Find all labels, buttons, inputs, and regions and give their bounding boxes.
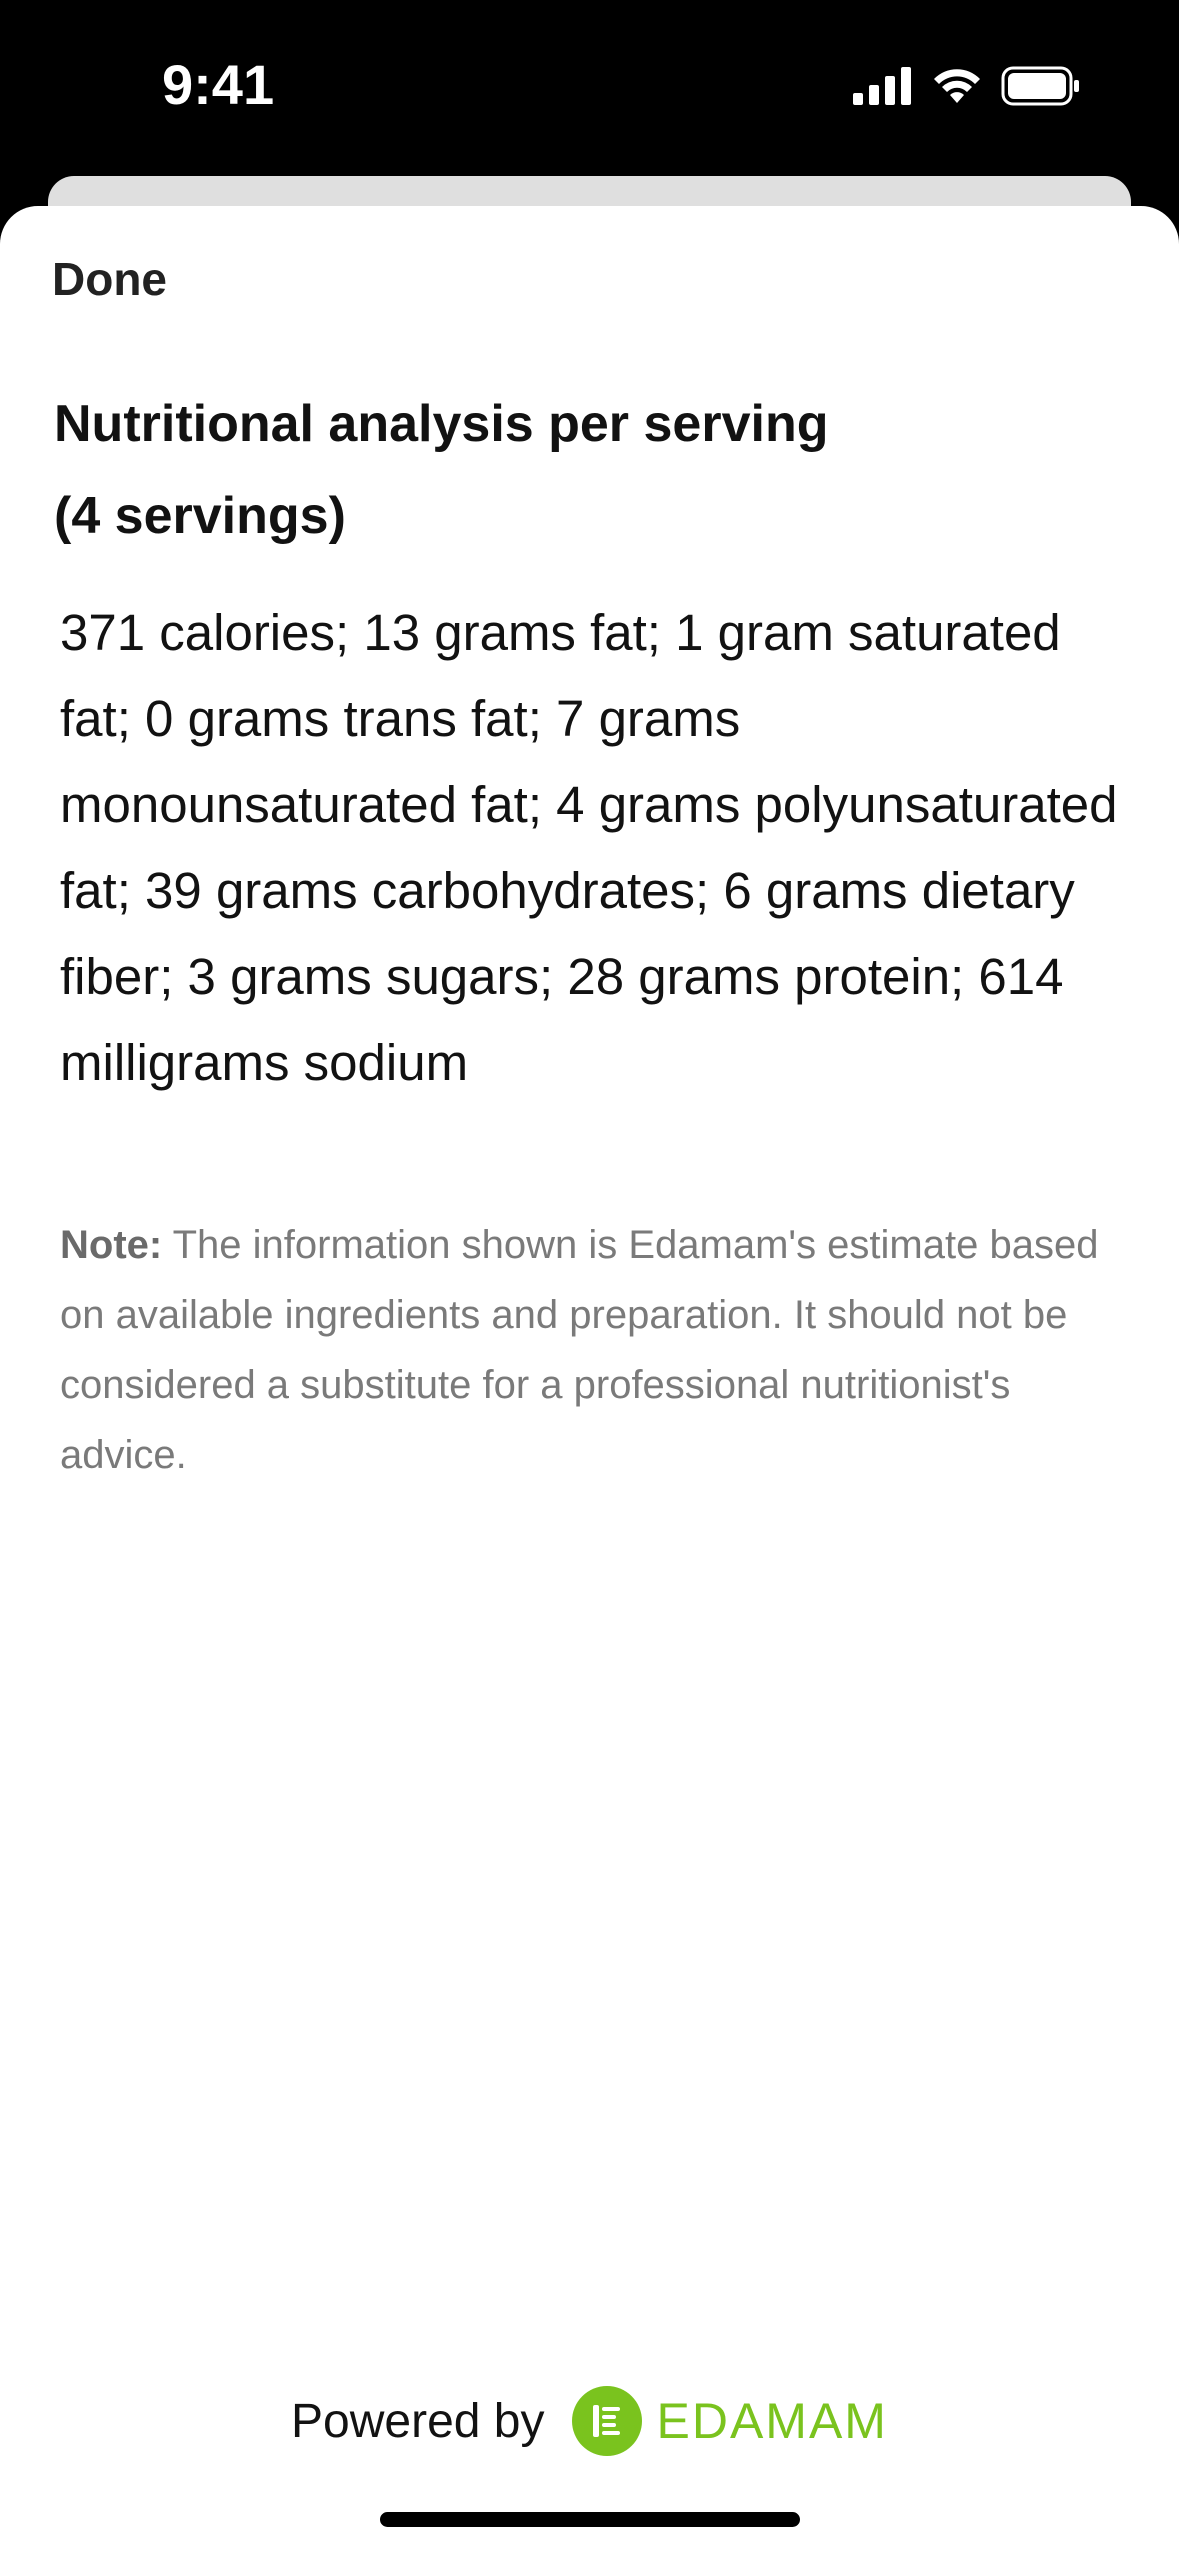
battery-icon	[1001, 66, 1079, 106]
wifi-icon	[934, 69, 980, 103]
home-indicator[interactable]	[380, 2512, 800, 2527]
edamam-logo-icon	[571, 2386, 642, 2456]
title-line-1: Nutritional analysis per serving	[54, 395, 829, 453]
note-label: Note:	[60, 1223, 163, 1267]
disclaimer-note: Note: The information shown is Edamam's …	[60, 1210, 1120, 1490]
cellular-signal-icon	[853, 67, 911, 105]
status-bar: 9:41	[0, 0, 1179, 170]
edamam-logo: EDAMAM	[571, 2385, 888, 2457]
nutrition-facts-text: 371 calories; 13 grams fat; 1 gram satur…	[60, 604, 1118, 1091]
title-line-2: (4 servings)	[54, 487, 346, 545]
edamam-wordmark: EDAMAM	[656, 2393, 888, 2449]
done-button[interactable]: Done	[52, 252, 167, 306]
page-title: Nutritional analysis per serving (4 serv…	[54, 378, 1114, 562]
powered-by-label: Powered by	[291, 2394, 545, 2448]
status-icons	[853, 66, 1081, 106]
powered-by-footer: Powered by EDAMAM	[0, 2385, 1179, 2457]
status-time: 9:41	[162, 53, 275, 116]
note-text: The information shown is Edamam's estima…	[60, 1223, 1099, 1477]
